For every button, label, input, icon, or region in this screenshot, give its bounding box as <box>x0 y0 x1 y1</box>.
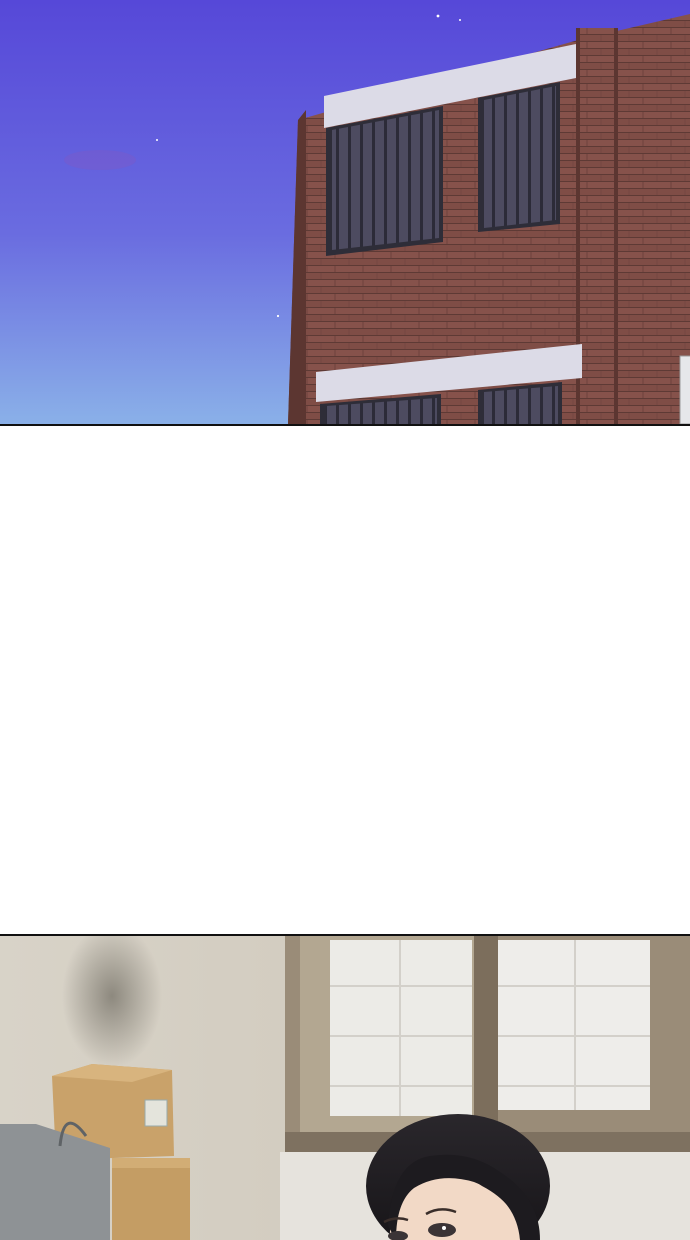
window-mullion <box>474 936 498 1126</box>
star <box>459 19 461 21</box>
star <box>276 314 280 318</box>
panel-blank-gutter <box>0 426 690 934</box>
interior-scene <box>0 936 690 1240</box>
ac-unit <box>679 355 690 424</box>
upper-window-left <box>326 106 443 256</box>
brick-pillar <box>578 28 616 424</box>
star <box>156 139 158 141</box>
panel-night-building <box>0 0 690 424</box>
cloud <box>64 150 136 170</box>
upper-window-right <box>478 82 560 232</box>
star <box>436 14 440 18</box>
panel-interior-room <box>0 936 690 1240</box>
building-scene <box>0 0 690 424</box>
